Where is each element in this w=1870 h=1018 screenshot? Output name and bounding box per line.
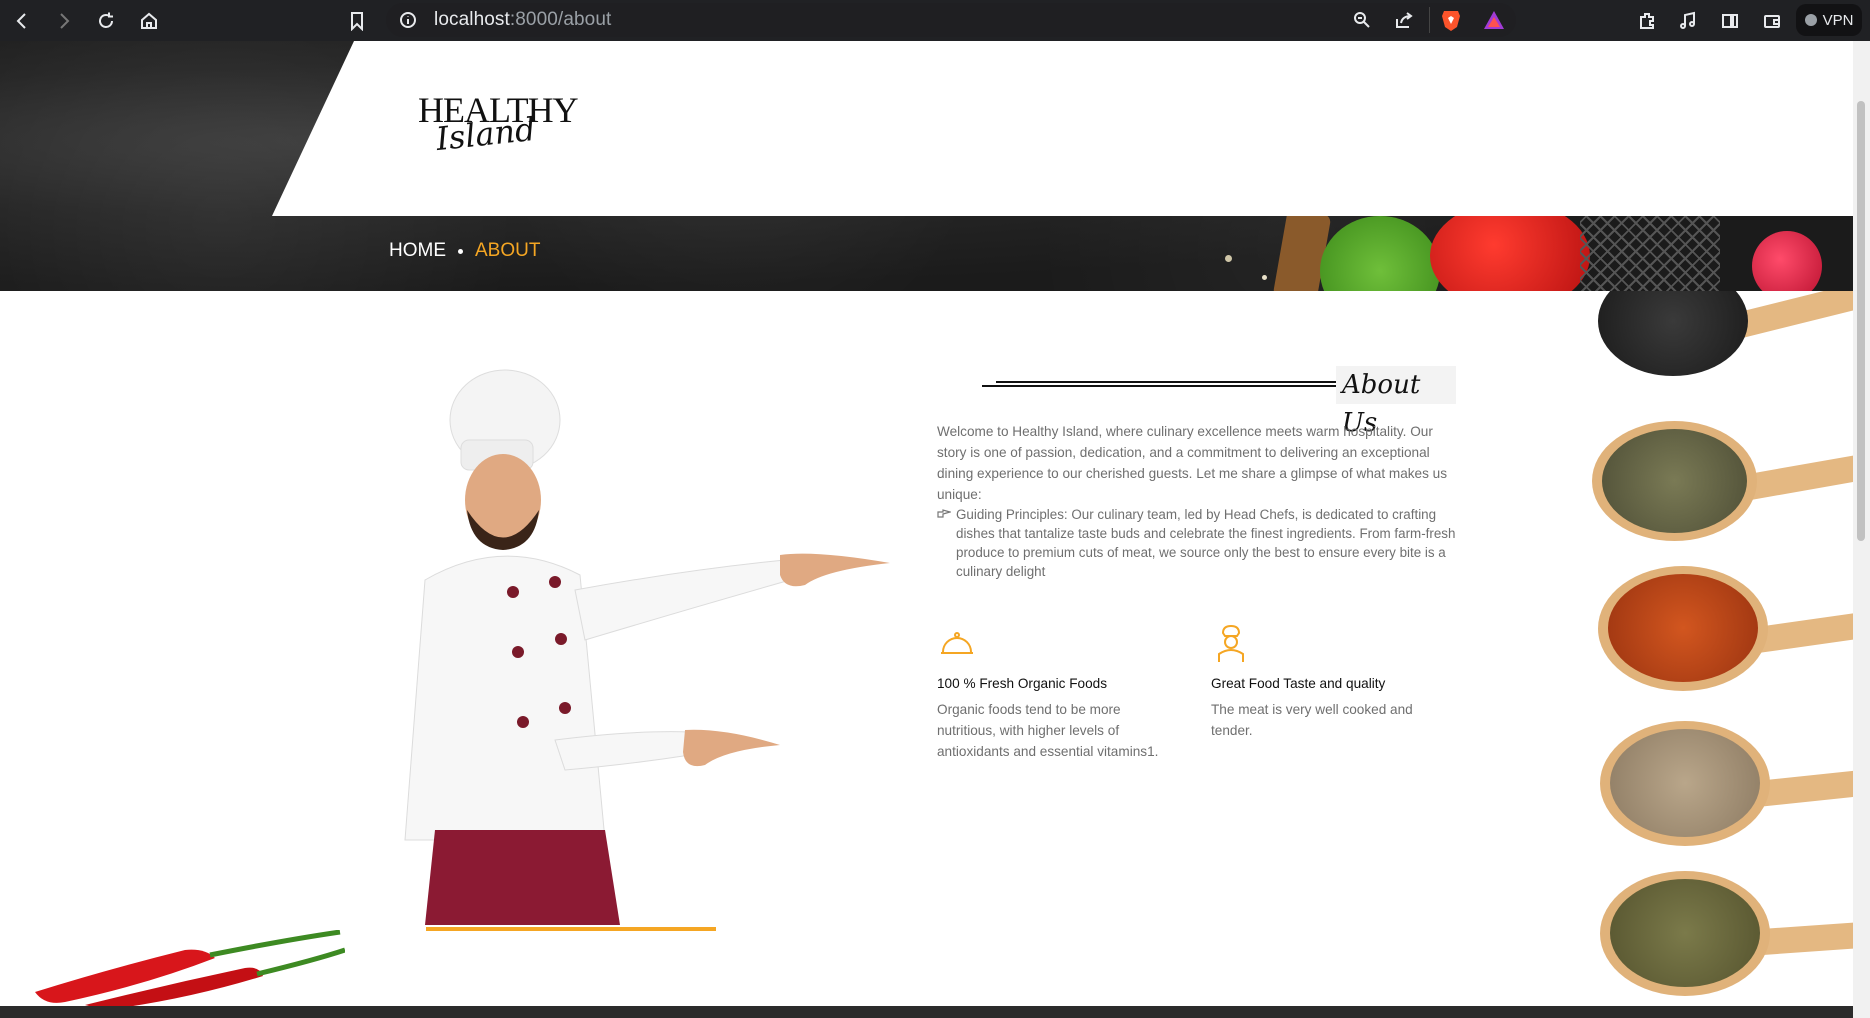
breadcrumb-separator xyxy=(458,248,463,254)
feature-title: 100 % Fresh Organic Foods xyxy=(937,676,1108,691)
vpn-label: VPN xyxy=(1822,11,1854,29)
guiding-principle: Guiding Principles: Our culinary team, l… xyxy=(937,505,1457,581)
zoom-icon[interactable] xyxy=(1352,10,1372,35)
feature-title: Great Food Taste and quality xyxy=(1211,676,1386,691)
divider xyxy=(1429,7,1430,33)
about-intro: Welcome to Healthy Island, where culinar… xyxy=(937,424,1448,502)
page-hero xyxy=(0,41,1853,291)
about-heading: About Us xyxy=(982,366,1457,438)
extensions-icon[interactable] xyxy=(1631,0,1663,41)
spoon-peppercorn xyxy=(1580,291,1853,411)
page-title: About Us xyxy=(388,196,598,218)
sidebar-icon[interactable] xyxy=(1714,0,1746,41)
feature-organic: 100 % Fresh Organic Foods Organic foods … xyxy=(937,623,1177,762)
brave-shields-icon[interactable] xyxy=(1440,8,1462,32)
image-underline xyxy=(426,927,716,931)
chef-image xyxy=(404,369,890,925)
media-icon[interactable] xyxy=(1672,0,1704,41)
url-text: localhost:8000/about xyxy=(434,9,612,30)
about-title: About Us xyxy=(1336,366,1456,438)
spoon-herbs xyxy=(1580,871,1853,1006)
vpn-status-icon xyxy=(1804,14,1817,26)
forward-icon[interactable] xyxy=(48,0,80,41)
spices-decor xyxy=(1580,291,1853,1006)
footer-edge xyxy=(0,1006,1870,1018)
site-logo[interactable]: HEALTHY Island xyxy=(418,92,579,158)
principle-text: Guiding Principles: Our culinary team, l… xyxy=(956,507,1456,579)
reload-icon[interactable] xyxy=(90,0,122,41)
chili-decor xyxy=(35,930,345,1010)
brave-rewards-icon[interactable] xyxy=(1483,9,1505,31)
browser-toolbar: localhost:8000/about VPN xyxy=(0,0,1870,41)
spoon-thyme xyxy=(1580,421,1853,551)
feature-description: Organic foods tend to be more nutritious… xyxy=(937,702,1159,759)
page-scrollbar[interactable] xyxy=(1853,41,1870,1018)
feature-description: The meat is very well cooked and tender. xyxy=(1211,702,1413,738)
address-bar[interactable]: localhost:8000/about xyxy=(386,3,1516,37)
spoon-paprika xyxy=(1580,566,1853,701)
breadcrumb-home[interactable]: HOME xyxy=(389,240,446,262)
share-icon[interactable] xyxy=(1394,10,1414,35)
hand-point-icon xyxy=(937,509,951,518)
bookmark-icon[interactable] xyxy=(341,0,373,41)
wallet-icon[interactable] xyxy=(1756,0,1788,41)
spoon-white-pepper xyxy=(1580,721,1853,856)
scrollbar-thumb[interactable] xyxy=(1857,101,1865,541)
feature-taste: Great Food Taste and quality The meat is… xyxy=(1211,623,1451,741)
cloche-icon xyxy=(941,632,973,654)
back-icon[interactable] xyxy=(6,0,38,41)
home-icon[interactable] xyxy=(133,0,165,41)
breadcrumb-about: ABOUT xyxy=(475,240,541,261)
chef-icon xyxy=(1218,624,1244,662)
site-info-icon[interactable] xyxy=(398,10,418,30)
vpn-button[interactable]: VPN xyxy=(1796,4,1862,36)
breadcrumb: HOME ABOUT xyxy=(389,240,540,262)
